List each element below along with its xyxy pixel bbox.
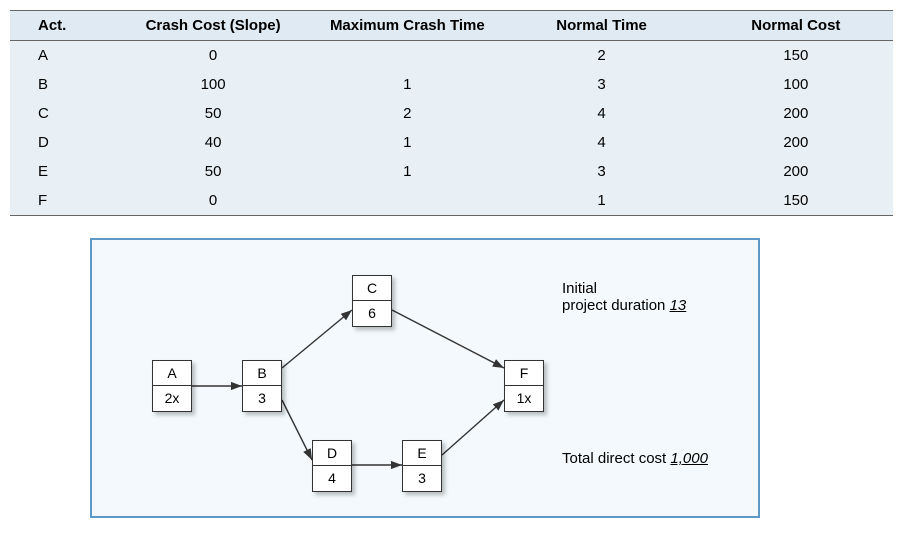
cell-normal-cost: 150 — [699, 41, 893, 71]
cell-crash-cost: 50 — [116, 157, 310, 186]
cell-normal-cost: 100 — [699, 70, 893, 99]
edge-c-f — [392, 310, 504, 368]
table-row: F 0 1 150 — [10, 186, 893, 216]
node-label: A — [152, 360, 192, 386]
node-b: B 3 — [242, 360, 282, 412]
cell-normal-cost: 200 — [699, 99, 893, 128]
th-normal-cost: Normal Cost — [699, 11, 893, 41]
cell-act: F — [10, 186, 116, 216]
cell-crash-cost: 40 — [116, 128, 310, 157]
initial-line1: Initial — [562, 280, 686, 297]
cell-act: A — [10, 41, 116, 71]
cell-normal-time: 4 — [504, 99, 698, 128]
cell-normal-time: 3 — [504, 70, 698, 99]
total-cost-block: Total direct cost 1,000 — [562, 450, 708, 467]
cell-max-crash-time — [310, 41, 504, 71]
cell-normal-time: 4 — [504, 128, 698, 157]
node-value: 4 — [312, 466, 352, 492]
node-value: 1x — [504, 386, 544, 412]
cell-crash-cost: 50 — [116, 99, 310, 128]
node-value: 3 — [402, 466, 442, 492]
cell-normal-time: 2 — [504, 41, 698, 71]
node-f: F 1x — [504, 360, 544, 412]
cell-act: D — [10, 128, 116, 157]
th-max-crash-time: Maximum Crash Time — [310, 11, 504, 41]
cell-max-crash-time: 2 — [310, 99, 504, 128]
cell-normal-time: 1 — [504, 186, 698, 216]
cell-normal-cost: 150 — [699, 186, 893, 216]
cell-max-crash-time: 1 — [310, 157, 504, 186]
node-value: 3 — [242, 386, 282, 412]
table-row: B 100 1 3 100 — [10, 70, 893, 99]
node-e: E 3 — [402, 440, 442, 492]
cell-act: B — [10, 70, 116, 99]
table-row: D 40 1 4 200 — [10, 128, 893, 157]
th-act: Act. — [10, 11, 116, 41]
cell-max-crash-time: 1 — [310, 128, 504, 157]
table-header-row: Act. Crash Cost (Slope) Maximum Crash Ti… — [10, 11, 893, 41]
node-label: D — [312, 440, 352, 466]
table-row: C 50 2 4 200 — [10, 99, 893, 128]
th-normal-time: Normal Time — [504, 11, 698, 41]
node-d: D 4 — [312, 440, 352, 492]
initial-line2: project duration 13 — [562, 297, 686, 314]
total-cost-value: 1,000 — [670, 450, 708, 467]
node-label: C — [352, 275, 392, 301]
initial-line2-prefix: project duration — [562, 297, 665, 314]
th-crash-cost: Crash Cost (Slope) — [116, 11, 310, 41]
cell-act: C — [10, 99, 116, 128]
network-diagram: A 2x B 3 C 6 D 4 E 3 F 1x Initial projec… — [90, 238, 760, 518]
cell-act: E — [10, 157, 116, 186]
node-c: C 6 — [352, 275, 392, 327]
edge-b-d — [282, 400, 312, 460]
node-value: 2x — [152, 386, 192, 412]
node-a: A 2x — [152, 360, 192, 412]
cell-crash-cost: 0 — [116, 186, 310, 216]
crash-cost-table: Act. Crash Cost (Slope) Maximum Crash Ti… — [10, 10, 893, 216]
total-cost-label: Total direct cost — [562, 450, 666, 467]
table-row: E 50 1 3 200 — [10, 157, 893, 186]
cell-normal-time: 3 — [504, 157, 698, 186]
cell-normal-cost: 200 — [699, 128, 893, 157]
cell-normal-cost: 200 — [699, 157, 893, 186]
edge-e-f — [442, 400, 504, 455]
cell-crash-cost: 0 — [116, 41, 310, 71]
edge-b-c — [282, 310, 352, 368]
node-value: 6 — [352, 301, 392, 327]
initial-duration-value: 13 — [670, 297, 687, 314]
initial-duration-block: Initial project duration 13 — [562, 280, 686, 314]
table-row: A 0 2 150 — [10, 41, 893, 71]
cell-crash-cost: 100 — [116, 70, 310, 99]
cell-max-crash-time — [310, 186, 504, 216]
cell-max-crash-time: 1 — [310, 70, 504, 99]
node-label: F — [504, 360, 544, 386]
node-label: B — [242, 360, 282, 386]
node-label: E — [402, 440, 442, 466]
